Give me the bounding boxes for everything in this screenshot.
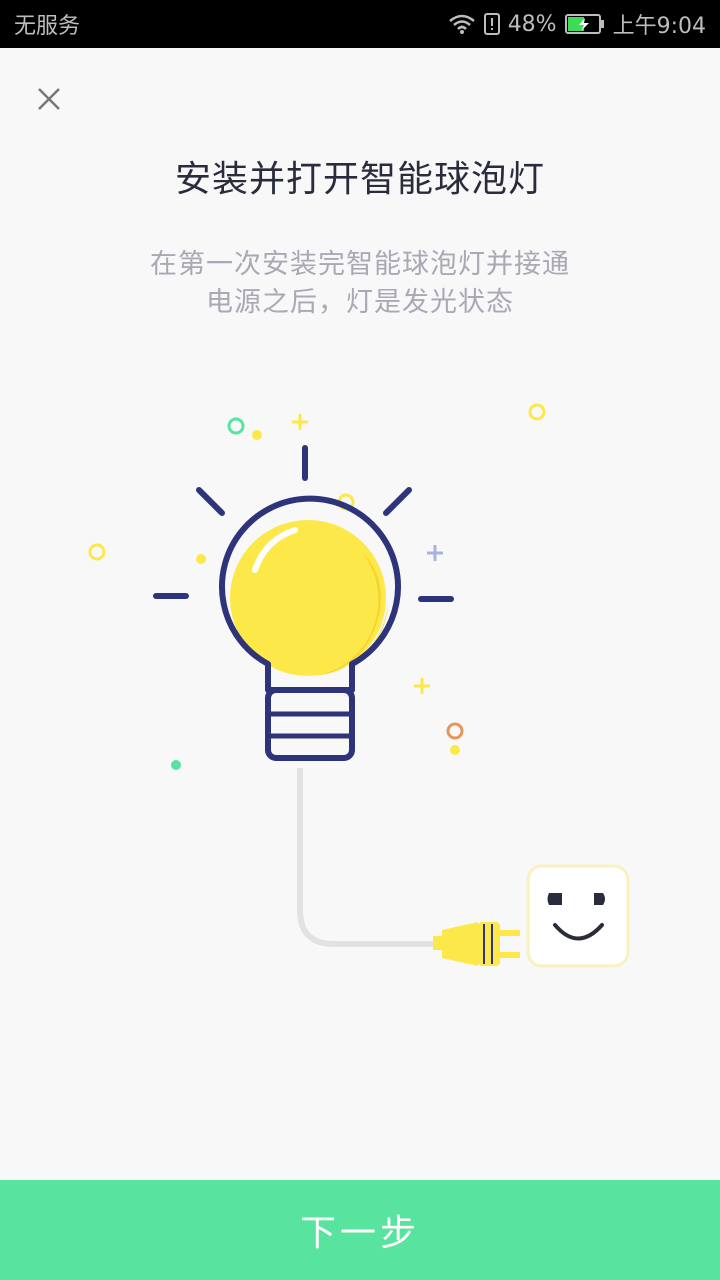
page-title: 安装并打开智能球泡灯 — [174, 159, 545, 200]
status-bar: 无服务 48% 上午9:04 — [0, 0, 720, 48]
status-right: 48% 上午9:04 — [448, 8, 706, 40]
light-bulb-icon — [219, 495, 401, 761]
subtitle-line-1: 在第一次安装完智能球泡灯并接通 — [150, 249, 570, 280]
battery-percent: 48% — [507, 11, 557, 37]
smiley-socket-icon — [526, 864, 630, 968]
close-icon — [38, 88, 60, 110]
carrier-label: 无服务 — [14, 14, 81, 39]
close-button[interactable] — [28, 78, 70, 120]
plug-icon — [433, 922, 520, 966]
power-cable — [297, 768, 440, 947]
next-step-button[interactable]: 下一步 — [0, 1180, 720, 1280]
subtitle-line-2: 电源之后，灯是发光状态 — [206, 287, 514, 318]
bulb-illustration — [88, 403, 630, 968]
page-subtitle: 在第一次安装完智能球泡灯并接通 电源之后，灯是发光状态 — [110, 246, 610, 322]
battery-charging-icon — [564, 14, 604, 34]
sim-alert-icon — [483, 13, 500, 35]
wifi-icon — [448, 14, 475, 34]
clock: 上午9:04 — [612, 14, 706, 39]
